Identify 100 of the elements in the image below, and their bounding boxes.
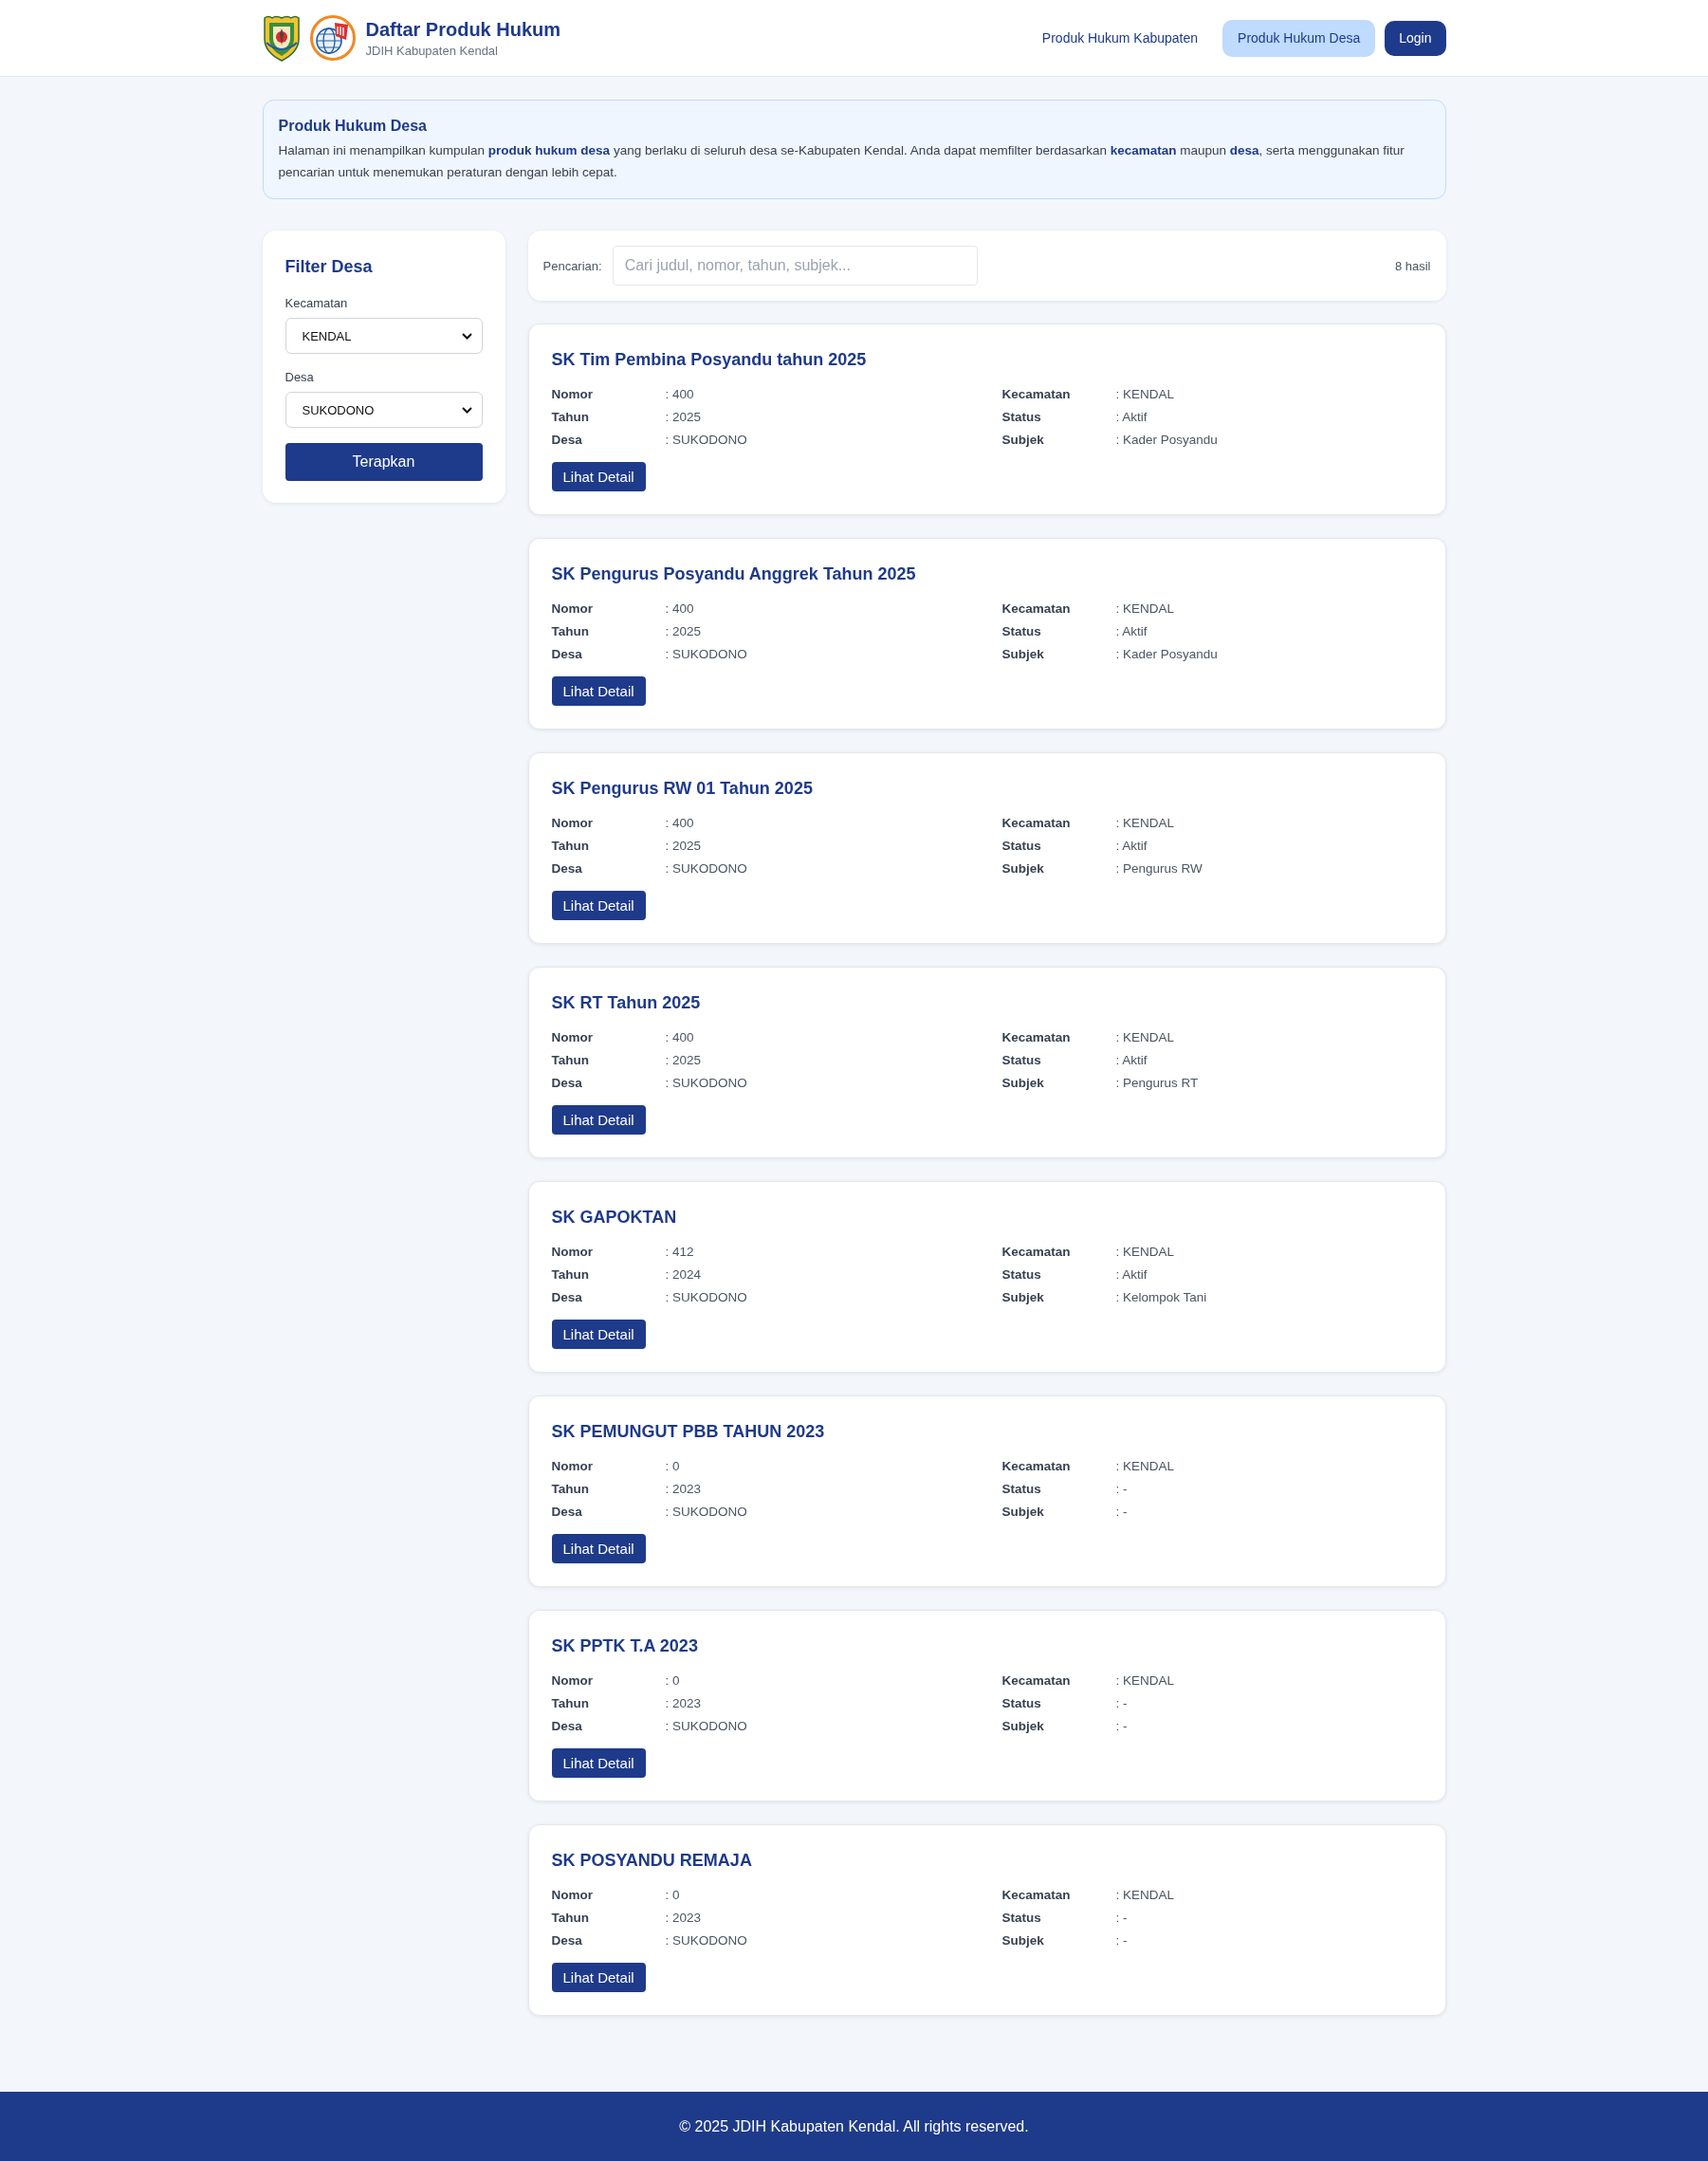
field-value: : - [1115, 1504, 1129, 1519]
field-value: : Pengurus RT [1115, 1075, 1200, 1090]
copyright-text: © 2025 JDIH Kabupaten Kendal. All rights reserved. [679, 2117, 1029, 2135]
chevron-down-icon [461, 406, 472, 414]
field-value: : SUKODONO [665, 1932, 748, 1948]
result-title: SK PPTK T.A 2023 [551, 1635, 699, 1657]
field-label: Desa [551, 432, 583, 447]
field-label: Kecamatan [1001, 815, 1072, 830]
field-value: : 0 [665, 1887, 681, 1902]
field-value: : Aktif [1115, 838, 1148, 853]
field-label: Tahun [551, 1910, 590, 1925]
field-value: : 400 [665, 386, 695, 401]
field-label: Status [1001, 623, 1042, 638]
field-label: Status [1001, 838, 1042, 853]
field-value: : SUKODONO [665, 860, 748, 876]
field-value: : Aktif [1115, 1052, 1148, 1067]
field-label: Subjek [1001, 860, 1045, 876]
intro-title: Produk Hukum Desa [278, 117, 428, 136]
field-value: : KENDAL [1115, 815, 1176, 830]
field-label: Nomor [551, 386, 594, 401]
field-label: Desa [285, 369, 315, 386]
result-title: SK GAPOKTAN [551, 1207, 678, 1228]
field-label: Subjek [1001, 1932, 1045, 1948]
field-label: Subjek [1001, 1718, 1045, 1733]
field-label: Tahun [551, 838, 590, 853]
shield-emblem-icon [262, 14, 301, 62]
field-label: Desa [551, 646, 583, 661]
field-label: Desa [551, 1932, 583, 1948]
field-label: Status [1001, 409, 1042, 424]
field-value: : 412 [665, 1244, 695, 1259]
field-value: : 2023 [665, 1481, 703, 1496]
field-label: Kecamatan [285, 295, 349, 312]
field-label: Nomor [551, 600, 594, 616]
dropdown-select[interactable]: SUKODONO [285, 392, 483, 428]
field-label: Kecamatan [1001, 1672, 1072, 1688]
login-button[interactable]: Login [1385, 20, 1446, 56]
field-value: : 2023 [665, 1910, 703, 1925]
nav-link[interactable]: Produk Hukum Kabupaten [1026, 19, 1214, 57]
site-title: Daftar Produk Hukum [365, 17, 561, 42]
field-value: : 0 [665, 1672, 681, 1688]
detail-button[interactable]: Lihat Detail [551, 462, 646, 491]
chevron-down-icon [461, 332, 472, 340]
field-value: : 2025 [665, 409, 703, 424]
detail-button[interactable]: Lihat Detail [551, 676, 646, 706]
field-label: Nomor [551, 1029, 594, 1044]
apply-button[interactable]: Terapkan [285, 443, 483, 481]
field-value: : 400 [665, 600, 695, 616]
field-label: Desa [551, 860, 583, 876]
field-label: Kecamatan [1001, 386, 1072, 401]
result-count: 8 hasil [1394, 258, 1431, 273]
detail-button[interactable]: Lihat Detail [551, 1963, 646, 1992]
field-value: : KENDAL [1115, 1672, 1176, 1688]
field-label: Subjek [1001, 1289, 1045, 1304]
field-value: : Aktif [1115, 409, 1148, 424]
field-value: : KENDAL [1115, 1029, 1176, 1044]
field-label: Kecamatan [1001, 600, 1072, 616]
field-value: : SUKODONO [665, 646, 748, 661]
field-value: : 400 [665, 1029, 695, 1044]
globe-logo-icon [309, 15, 356, 61]
field-label: Nomor [551, 1244, 594, 1259]
field-label: Subjek [1001, 1075, 1045, 1090]
field-value: : 2025 [665, 838, 703, 853]
field-value: : 2025 [665, 623, 703, 638]
field-label: Status [1001, 1695, 1042, 1710]
site-subtitle: JDIH Kabupaten Kendal [365, 42, 499, 60]
field-value: : KENDAL [1115, 1244, 1176, 1259]
detail-button[interactable]: Lihat Detail [551, 1105, 646, 1135]
field-value: : KENDAL [1115, 1458, 1176, 1473]
intro-text: Halaman ini menampilkan kumpulan produk hukum desa yang berlaku di seluruh desa se-Kabupaten Kendal. Anda dapat memfilter berdasarkan kecamatan maupun desa, serta menggunakan fitur pencarian untuk menemukan peraturan dengan lebih cepat. [278, 142, 1405, 181]
field-value: : 2025 [665, 1052, 703, 1067]
field-label: Subjek [1001, 1504, 1045, 1519]
field-label: Desa [551, 1718, 583, 1733]
field-value: : SUKODONO [665, 1289, 748, 1304]
field-value: : 2024 [665, 1266, 703, 1282]
result-title: SK Tim Pembina Posyandu tahun 2025 [551, 349, 868, 371]
detail-button[interactable]: Lihat Detail [551, 1748, 646, 1778]
field-value: : - [1115, 1481, 1129, 1496]
search-field[interactable]: Cari judul, nomor, tahun, subjek... [612, 246, 978, 286]
search-label: Pencarian: [542, 258, 602, 273]
field-label: Nomor [551, 1672, 594, 1688]
field-value: : SUKODONO [665, 1504, 748, 1519]
field-label: Desa [551, 1289, 583, 1304]
field-value: : SUKODONO [665, 432, 748, 447]
field-label: Subjek [1001, 646, 1045, 661]
field-label: Subjek [1001, 432, 1045, 447]
detail-button[interactable]: Lihat Detail [551, 891, 646, 920]
field-label: Nomor [551, 1458, 594, 1473]
field-value: : - [1115, 1932, 1129, 1948]
field-value: : SUKODONO [665, 1075, 748, 1090]
field-value: : - [1115, 1910, 1129, 1925]
field-label: Desa [551, 1504, 583, 1519]
field-label: Kecamatan [1001, 1887, 1072, 1902]
nav-link[interactable]: Produk Hukum Desa [1222, 19, 1376, 57]
field-label: Status [1001, 1910, 1042, 1925]
detail-button[interactable]: Lihat Detail [551, 1320, 646, 1349]
dropdown-select[interactable]: KENDAL [285, 318, 483, 354]
field-label: Kecamatan [1001, 1244, 1072, 1259]
field-value: : Pengurus RW [1115, 860, 1203, 876]
field-label: Tahun [551, 1266, 590, 1282]
detail-button[interactable]: Lihat Detail [551, 1534, 646, 1563]
